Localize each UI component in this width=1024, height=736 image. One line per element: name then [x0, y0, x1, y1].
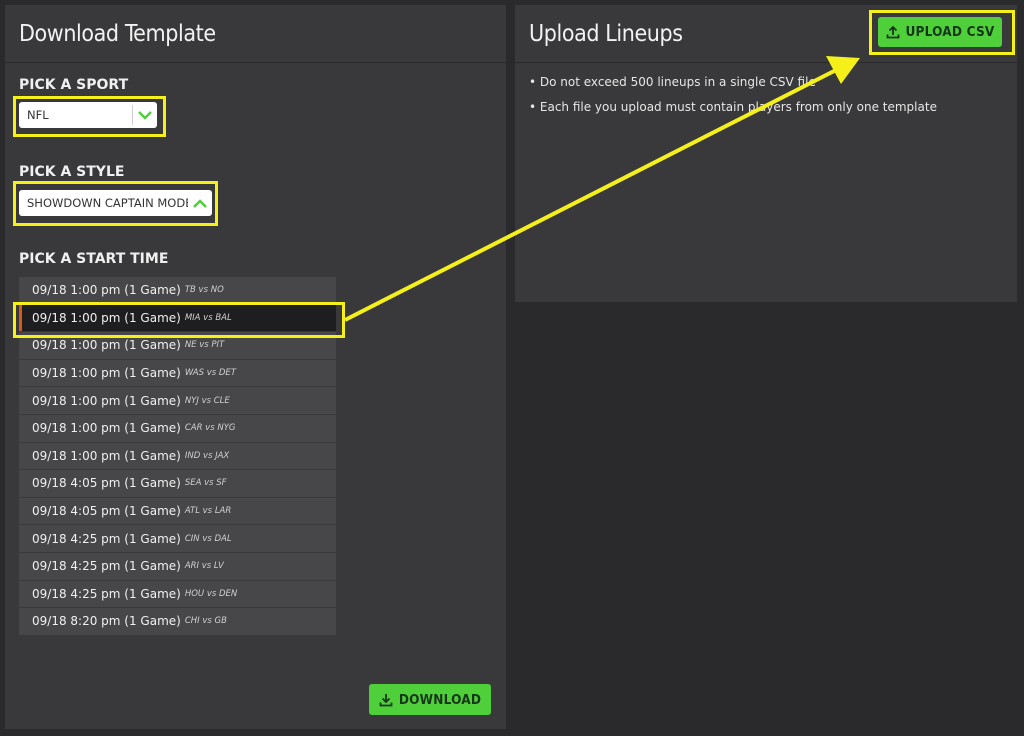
start-time-row[interactable]: 09/18 1:00 pm (1 Game) MIA vs BAL [19, 304, 336, 333]
start-time-label: 09/18 1:00 pm (1 Game) [32, 448, 181, 463]
start-time-matchup: CAR vs NYG [184, 423, 236, 434]
start-time-row[interactable]: 09/18 1:00 pm (1 Game) CAR vs NYG [19, 414, 336, 443]
pick-start-time-label: PICK A START TIME [19, 251, 169, 267]
start-time-row[interactable]: 09/18 1:00 pm (1 Game) IND vs JAX [19, 442, 336, 471]
start-time-matchup: SEA vs SF [184, 478, 227, 489]
start-time-label: 09/18 4:05 pm (1 Game) [32, 504, 181, 519]
start-time-label: 09/18 1:00 pm (1 Game) [32, 283, 181, 298]
chevron-down-icon[interactable] [133, 102, 157, 128]
start-time-row[interactable]: 09/18 1:00 pm (1 Game) TB vs NO [19, 277, 336, 305]
pick-style-label: PICK A STYLE [19, 164, 125, 180]
start-time-row[interactable]: 09/18 4:05 pm (1 Game) ATL vs LAR [19, 497, 336, 526]
download-template-title: Download Template [19, 21, 216, 47]
start-time-row[interactable]: 09/18 1:00 pm (1 Game) NE vs PIT [19, 332, 336, 360]
start-time-row[interactable]: 09/18 1:00 pm (1 Game) WAS vs DET [19, 359, 336, 388]
start-time-matchup: ATL vs LAR [184, 506, 232, 517]
upload-note: • Each file you upload must contain play… [529, 100, 937, 114]
upload-lineups-panel: Upload Lineups UPLOAD CSV • Do not excee… [515, 5, 1017, 302]
start-time-matchup: WAS vs DET [184, 368, 236, 379]
start-time-label: 09/18 4:25 pm (1 Game) [32, 559, 181, 574]
start-time-label: 09/18 1:00 pm (1 Game) [32, 338, 181, 353]
start-time-list: 09/18 1:00 pm (1 Game) TB vs NO 09/18 1:00… [19, 277, 336, 636]
start-time-label: 09/18 4:25 pm (1 Game) [32, 531, 181, 546]
start-time-matchup: CIN vs DAL [184, 533, 232, 544]
download-template-panel: Download Template PICK A SPORT NFL PICK … [5, 5, 506, 729]
start-time-label: 09/18 8:20 pm (1 Game) [32, 614, 181, 629]
page: Download Template PICK A SPORT NFL PICK … [0, 0, 1024, 736]
start-time-row[interactable]: 09/18 4:25 pm (1 Game) ARI vs LV [19, 552, 336, 581]
start-time-label: 09/18 1:00 pm (1 Game) [32, 310, 181, 325]
start-time-row[interactable]: 09/18 1:00 pm (1 Game) NYJ vs CLE [19, 387, 336, 415]
start-time-row[interactable]: 09/18 4:05 pm (1 Game) SEA vs SF [19, 470, 336, 498]
start-time-matchup: NYJ vs CLE [184, 395, 230, 406]
start-time-label: 09/18 4:25 pm (1 Game) [32, 586, 181, 601]
start-time-label: 09/18 1:00 pm (1 Game) [32, 421, 181, 436]
download-button[interactable]: DOWNLOAD [369, 684, 491, 715]
start-time-row[interactable]: 09/18 4:25 pm (1 Game) HOU vs DEN [19, 580, 336, 609]
download-button-label: DOWNLOAD [398, 691, 482, 708]
start-time-label: 09/18 4:05 pm (1 Game) [32, 476, 181, 491]
style-select-value: SHOWDOWN CAPTAIN MODE [27, 196, 188, 210]
style-select[interactable]: SHOWDOWN CAPTAIN MODE [19, 190, 212, 216]
start-time-label: 09/18 1:00 pm (1 Game) [32, 393, 181, 408]
start-time-matchup: TB vs NO [184, 285, 224, 296]
start-time-row[interactable]: 09/18 8:20 pm (1 Game) CHI vs GB [19, 608, 336, 636]
start-time-label: 09/18 1:00 pm (1 Game) [32, 366, 181, 381]
upload-icon [886, 25, 899, 39]
start-time-matchup: IND vs JAX [184, 450, 230, 461]
panel-divider [5, 62, 506, 63]
start-time-matchup: ARI vs LV [184, 561, 224, 572]
start-time-matchup: HOU vs DEN [184, 588, 238, 599]
upload-csv-button-label: UPLOAD CSV [905, 24, 995, 40]
sport-select-value: NFL [27, 108, 49, 122]
pick-sport-label: PICK A SPORT [19, 77, 129, 93]
upload-lineups-title: Upload Lineups [529, 21, 683, 47]
start-time-matchup: CHI vs GB [184, 616, 227, 627]
panel-divider [515, 62, 1017, 63]
upload-csv-button[interactable]: UPLOAD CSV [878, 17, 1002, 47]
download-icon [379, 693, 393, 706]
start-time-matchup: MIA vs BAL [184, 312, 232, 323]
start-time-row[interactable]: 09/18 4:25 pm (1 Game) CIN vs DAL [19, 525, 336, 553]
sport-select[interactable]: NFL [19, 102, 157, 128]
upload-notes: • Do not exceed 500 lineups in a single … [529, 75, 937, 125]
start-time-matchup: NE vs PIT [184, 340, 225, 351]
upload-note: • Do not exceed 500 lineups in a single … [529, 75, 816, 89]
chevron-up-icon[interactable] [188, 190, 212, 216]
